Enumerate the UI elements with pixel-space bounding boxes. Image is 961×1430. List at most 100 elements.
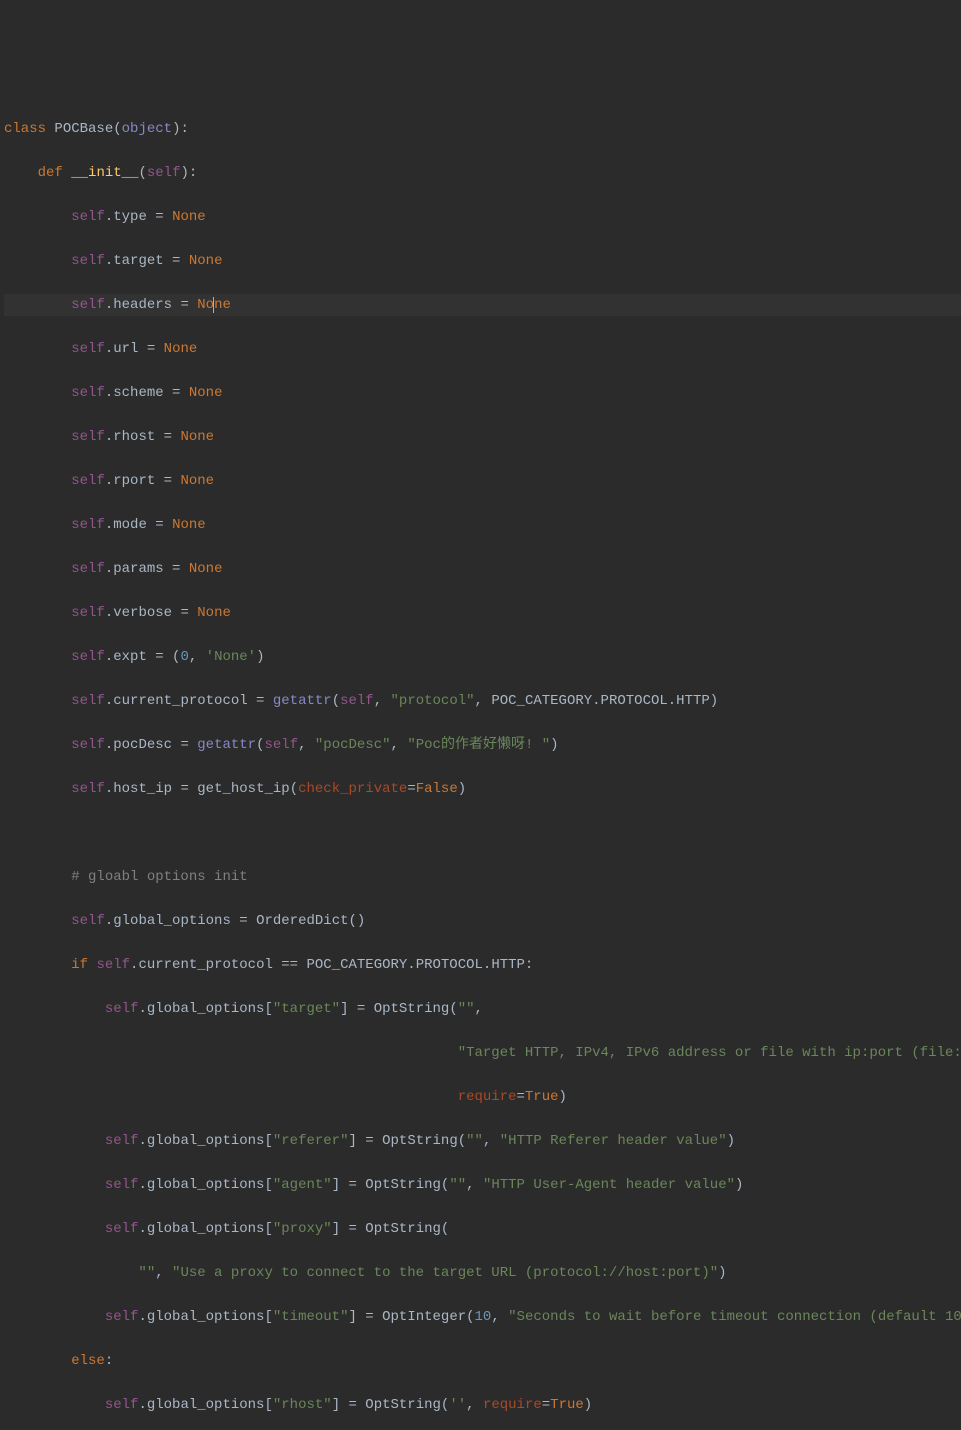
code-line: if self.current_protocol == POC_CATEGORY… — [4, 954, 961, 976]
call: OptInteger — [382, 1309, 466, 1325]
keyword: def — [38, 165, 63, 181]
call: OptString — [374, 1001, 450, 1017]
code-line: else: — [4, 1350, 961, 1372]
attr: scheme — [113, 385, 163, 401]
self: self — [340, 693, 374, 709]
self: self — [105, 1001, 139, 1017]
attr: global_options — [147, 1001, 265, 1017]
none: None — [189, 253, 223, 269]
string: "agent" — [273, 1177, 332, 1193]
number: 0 — [180, 649, 188, 665]
string: "Seconds to wait before timeout connecti… — [508, 1309, 961, 1325]
code-line: self.global_options["rhost"] = OptString… — [4, 1394, 961, 1416]
function-name: __init__ — [71, 165, 138, 181]
code-line: # gloabl options init — [4, 866, 961, 888]
attr: target — [113, 253, 163, 269]
code-line: self.target = None — [4, 250, 961, 272]
string: "" — [466, 1133, 483, 1149]
attr: params — [113, 561, 163, 577]
code-line: self.host_ip = get_host_ip(check_private… — [4, 778, 961, 800]
code-line: self.type = None — [4, 206, 961, 228]
self: self — [71, 385, 105, 401]
code-line: self.global_options["timeout"] = OptInte… — [4, 1306, 961, 1328]
self: self — [71, 561, 105, 577]
string: "Target HTTP, IPv4, IPv6 address or file… — [458, 1045, 961, 1061]
attr: global_options — [147, 1221, 265, 1237]
attr: global_options — [147, 1177, 265, 1193]
attr: verbose — [113, 605, 172, 621]
self: self — [147, 165, 181, 181]
code-line: self.global_options = OrderedDict() — [4, 910, 961, 932]
attr: global_options — [147, 1397, 265, 1413]
call: OptString — [365, 1221, 441, 1237]
attr: url — [113, 341, 138, 357]
attr: global_options — [147, 1309, 265, 1325]
none: None — [189, 561, 223, 577]
none: None — [180, 473, 214, 489]
code-line: self.global_options["proxy"] = OptString… — [4, 1218, 961, 1240]
self: self — [105, 1221, 139, 1237]
text-caret — [213, 297, 214, 313]
none: None — [197, 605, 231, 621]
attr: global_options — [147, 1133, 265, 1149]
code-line: self.rhost = None — [4, 426, 961, 448]
none: None — [172, 209, 206, 225]
class-name: POCBase — [54, 121, 113, 137]
code-line: self.pocDesc = getattr(self, "pocDesc", … — [4, 734, 961, 756]
string: "HTTP User-Agent header value" — [483, 1177, 735, 1193]
self: self — [71, 605, 105, 621]
self: self — [71, 429, 105, 445]
code-line: "Target HTTP, IPv4, IPv6 address or file… — [4, 1042, 961, 1064]
string: "referer" — [273, 1133, 349, 1149]
none: None — [172, 517, 206, 533]
true: True — [550, 1397, 584, 1413]
code-line: self.global_options["referer"] = OptStri… — [4, 1130, 961, 1152]
self: self — [71, 649, 105, 665]
call: OptString — [365, 1177, 441, 1193]
attr: expt — [113, 649, 147, 665]
self: self — [71, 473, 105, 489]
keyword: class — [4, 121, 46, 137]
attr: rhost — [113, 429, 155, 445]
string: "proxy" — [273, 1221, 332, 1237]
none: None — [197, 297, 231, 313]
code-line: class POCBase(object): — [4, 118, 961, 140]
keyword: if — [71, 957, 88, 973]
true: True — [525, 1089, 559, 1105]
attr: current_protocol — [113, 693, 247, 709]
attr: global_options — [113, 913, 231, 929]
string: 'None' — [206, 649, 256, 665]
false: False — [416, 781, 458, 797]
self: self — [71, 253, 105, 269]
param: check_private — [298, 781, 407, 797]
string: "timeout" — [273, 1309, 349, 1325]
code-line-current: self.headers = None — [4, 294, 961, 316]
call: get_host_ip — [197, 781, 289, 797]
attr: headers — [113, 297, 172, 313]
builtin: object — [122, 121, 172, 137]
code-line: self.mode = None — [4, 514, 961, 536]
call: OptString — [365, 1397, 441, 1413]
string: "pocDesc" — [315, 737, 391, 753]
none: None — [164, 341, 198, 357]
self: self — [71, 913, 105, 929]
call: OrderedDict — [256, 913, 348, 929]
code-line: self.global_options["agent"] = OptString… — [4, 1174, 961, 1196]
none: None — [180, 429, 214, 445]
builtin: getattr — [273, 693, 332, 709]
string: "rhost" — [273, 1397, 332, 1413]
self: self — [71, 209, 105, 225]
code-editor[interactable]: class POCBase(object): def __init__(self… — [0, 88, 961, 1430]
code-line: self.params = None — [4, 558, 961, 580]
code-line — [4, 822, 961, 844]
none: None — [189, 385, 223, 401]
attr: pocDesc — [113, 737, 172, 753]
attr: type — [113, 209, 147, 225]
code-line: self.url = None — [4, 338, 961, 360]
code-line: self.expt = (0, 'None') — [4, 646, 961, 668]
code-line: require=True) — [4, 1086, 961, 1108]
self: self — [105, 1397, 139, 1413]
code-line: def __init__(self): — [4, 162, 961, 184]
attr: mode — [113, 517, 147, 533]
code-line: self.rport = None — [4, 470, 961, 492]
